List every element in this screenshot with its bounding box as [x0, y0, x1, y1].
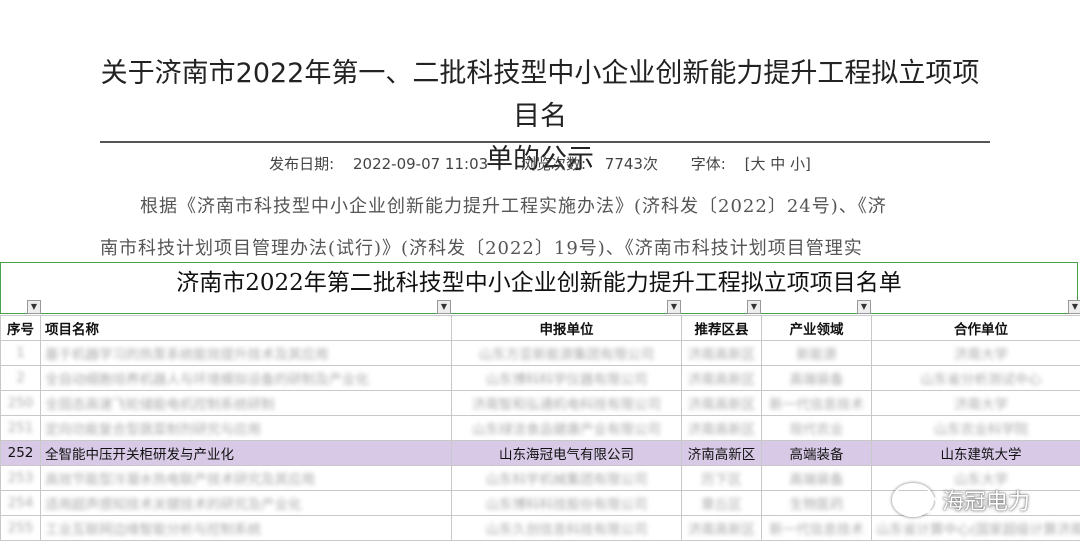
- cell-county: 济南高新区: [681, 515, 762, 541]
- cell-no: 251: [0, 415, 41, 441]
- wechat-icon: [892, 483, 938, 517]
- font-size-options[interactable]: [大 中 小]: [745, 155, 811, 173]
- cell-partner: 山东省计算中心(国家超级计算济南中心): [871, 515, 1080, 541]
- cell-county: 济南高新区: [681, 415, 762, 441]
- cell-applicant: 山东科宇机械集团有限公司: [451, 465, 682, 491]
- table-row: 250 全固态高速飞轮储能电机控制系统研制 济南智和弘通机电科技有限公司 济南高新区新…: [0, 390, 1080, 416]
- cell-no: 252: [0, 440, 41, 466]
- cell-county: 济南高新区: [681, 340, 762, 366]
- cell-applicant: 济南智和弘通机电科技有限公司: [451, 390, 682, 416]
- cell-field: 新能源: [761, 340, 872, 366]
- header-partner: 合作单位: [871, 315, 1080, 341]
- cell-field: 新一代信息技术: [761, 515, 872, 541]
- cell-project-name: 全固态高速飞轮储能电机控制系统研制: [40, 390, 452, 416]
- cell-field: 生物医药: [761, 490, 872, 516]
- publish-date: 2022-09-07 11:03: [352, 155, 489, 173]
- cell-field: 高端装备: [761, 465, 872, 491]
- cell-applicant: 山东博科科技股份有限公司: [451, 490, 682, 516]
- table-row: 255 工业互联网边缘智能分析与控制系统 山东久创信息科技有限公司 济南高新区 新一代信…: [0, 515, 1080, 541]
- cell-no: 1: [0, 340, 41, 366]
- cell-county: 济南高新区: [681, 440, 762, 466]
- cell-applicant: 山东绿洁食品健康产业有限公司: [451, 415, 682, 441]
- cell-partner: 山东省分析测试中心: [871, 365, 1080, 391]
- views-info: 浏览次数: 7743次: [514, 155, 665, 173]
- watermark-text: 海冠电力: [942, 490, 1031, 515]
- filter-dropdown-icon[interactable]: ▼: [1068, 300, 1080, 314]
- filter-dropdown-icon[interactable]: ▼: [857, 300, 871, 314]
- cell-project-name: 基于机器学习的热泵系统能效提升技术及其应用: [40, 340, 452, 366]
- cell-field: 高端装备: [761, 440, 872, 466]
- cell-partner: 山东建筑大学: [871, 440, 1080, 466]
- body-paragraph-line2: 南市科技计划项目管理办法(试行)》(济科发〔2022〕19号)、《济南市科技计划…: [100, 238, 863, 259]
- cell-applicant: 山东久创信息科技有限公司: [451, 515, 682, 541]
- cell-field: 新一代信息技术: [761, 390, 872, 416]
- cell-county: 历下区: [681, 465, 762, 491]
- filter-dropdown-icon[interactable]: ▼: [667, 300, 681, 314]
- font-label: 字体:: [690, 155, 726, 173]
- cell-project-name: 定向功能复合型蔬菜制剂研究与应用: [40, 415, 452, 441]
- watermark: 海冠电力: [892, 483, 1030, 517]
- table-row: 251 定向功能复合型蔬菜制剂研究与应用 山东绿洁食品健康产业有限公司 济南高新区 现代…: [0, 415, 1080, 441]
- cell-partner: 济南大学: [871, 340, 1080, 366]
- header-applicant: 申报单位: [451, 315, 682, 341]
- header-project-name: 项目名称: [40, 315, 452, 341]
- filter-dropdown-icon[interactable]: ▼: [27, 300, 41, 314]
- table-header-row: 序号 项目名称 申报单位 推荐区县 产业领域 合作单位: [0, 315, 1080, 341]
- publish-label: 发布日期:: [269, 155, 335, 173]
- cell-project-name: 全智能中压开关柜研发与产业化: [40, 440, 452, 466]
- title-divider: [100, 141, 990, 143]
- cell-field: 现代农业: [761, 415, 872, 441]
- cell-county: 济南高新区: [681, 365, 762, 391]
- cell-no: 253: [0, 465, 41, 491]
- header-county: 推荐区县: [681, 315, 762, 341]
- cell-project-name: 适用超声感知技术关键技术的研究及产业化: [40, 490, 452, 516]
- views-label: 浏览次数:: [520, 155, 586, 173]
- cell-applicant: 山东海冠电气有限公司: [451, 440, 682, 466]
- views-count: 7743次: [604, 155, 658, 173]
- article-meta: 发布日期: 2022-09-07 11:03 浏览次数: 7743次 字体: […: [0, 153, 1080, 174]
- header-field: 产业领域: [761, 315, 872, 341]
- cell-project-name: 全自动细胞培养机器人与环境模拟设备的研制及产业化: [40, 365, 452, 391]
- cell-partner: 山东农业科学院: [871, 415, 1080, 441]
- article-title-line1: 关于济南市2022年第一、二批科技型中小企业创新能力提升工程拟立项项目名: [100, 58, 980, 132]
- table-row: 2 全自动细胞培养机器人与环境模拟设备的研制及产业化 山东博科科学仪器有限公司 济南高…: [0, 365, 1080, 391]
- cell-no: 2: [0, 365, 41, 391]
- font-size-control: 字体: [大 中 小]: [684, 155, 818, 173]
- body-paragraph-line1: 根据《济南市科技型中小企业创新能力提升工程实施办法》(济科发〔2022〕24号)…: [140, 196, 887, 217]
- cell-no: 250: [0, 390, 41, 416]
- cell-county: 济南高新区: [681, 390, 762, 416]
- cell-no: 254: [0, 490, 41, 516]
- cell-project-name: 高效节能型冷凝水热电联产技术研究及其应用: [40, 465, 452, 491]
- cell-applicant: 山东博科科学仪器有限公司: [451, 365, 682, 391]
- cell-county: 章丘区: [681, 490, 762, 516]
- cell-project-name: 工业互联网边缘智能分析与控制系统: [40, 515, 452, 541]
- table-row-highlighted: 252 全智能中压开关柜研发与产业化 山东海冠电气有限公司 济南高新区 高端装备 山东建筑…: [0, 440, 1080, 466]
- filter-row: ▼ ▼ ▼ ▼ ▼ ▼: [0, 300, 1080, 314]
- header-no: 序号: [0, 315, 41, 341]
- cell-partner: 济南大学: [871, 390, 1080, 416]
- filter-dropdown-icon[interactable]: ▼: [437, 300, 451, 314]
- filter-dropdown-icon[interactable]: ▼: [747, 300, 761, 314]
- cell-no: 255: [0, 515, 41, 541]
- publish-info: 发布日期: 2022-09-07 11:03: [262, 155, 495, 173]
- cell-field: 高端装备: [761, 365, 872, 391]
- cell-applicant: 山东方亚新能源集团有限公司: [451, 340, 682, 366]
- table-row: 1 基于机器学习的热泵系统能效提升技术及其应用 山东方亚新能源集团有限公司 济南高新区…: [0, 340, 1080, 366]
